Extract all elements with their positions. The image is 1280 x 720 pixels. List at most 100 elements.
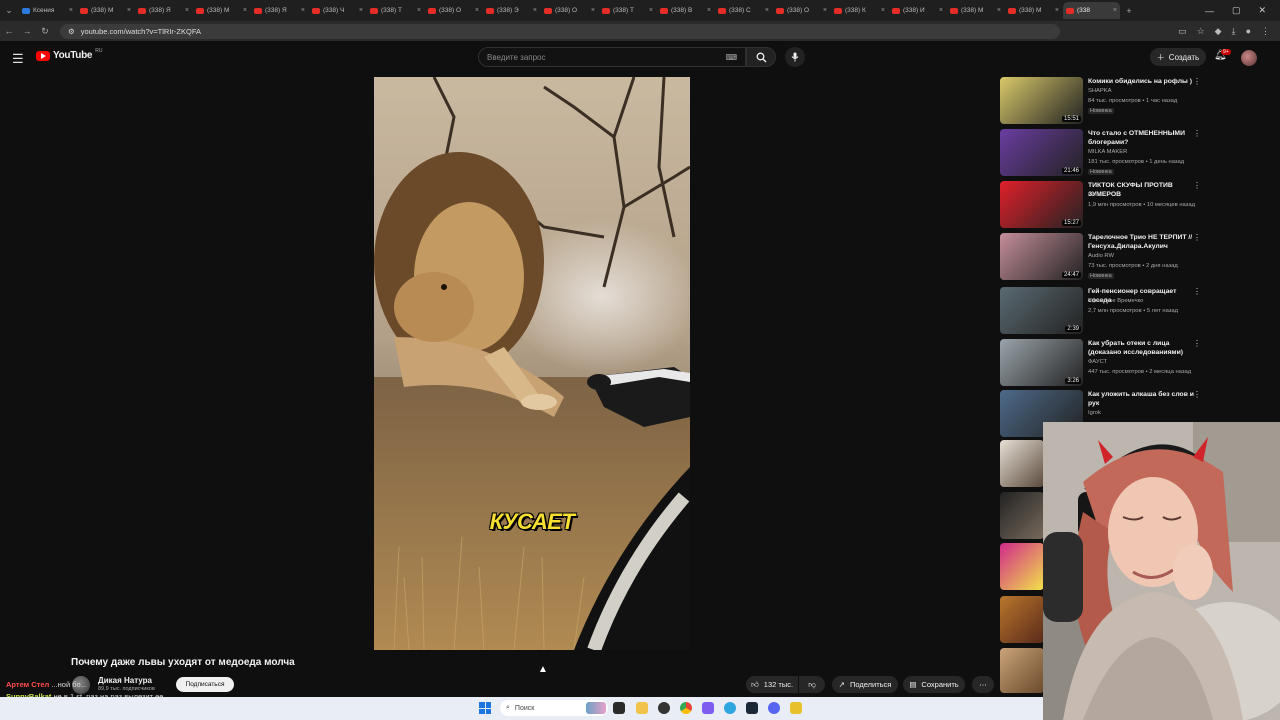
tab-close-icon[interactable]: × bbox=[301, 7, 305, 14]
recommendation-title[interactable]: Тарелочное Трио НЕ ТЕРПИТ // Генсуха.Дил… bbox=[1088, 233, 1196, 251]
browser-tab[interactable]: (338) M × bbox=[77, 2, 134, 19]
tab-close-icon[interactable]: × bbox=[243, 7, 247, 14]
recommendation-thumbnail[interactable] bbox=[1000, 492, 1044, 539]
recommendation-title[interactable]: Как уложить алкаша без слов и рук bbox=[1088, 390, 1196, 408]
forward-icon[interactable]: → bbox=[18, 26, 36, 36]
voice-search-button[interactable] bbox=[785, 47, 805, 67]
tab-close-icon[interactable]: × bbox=[649, 7, 653, 14]
recommendation-item[interactable]: 15:27 ТИКТОК СКУФЫ ПРОТИВ ЗУМЕРОВ Кель 1,9 … bbox=[1000, 181, 1205, 229]
tab-close-icon[interactable]: × bbox=[997, 7, 1001, 14]
save-button[interactable]: ▤ Сохранить bbox=[903, 676, 965, 693]
recommendation-thumbnail[interactable]: 15:27 bbox=[1000, 181, 1083, 228]
extension-icon[interactable]: ◆ bbox=[1215, 26, 1222, 37]
tab-close-icon[interactable]: × bbox=[1055, 7, 1059, 14]
url-field[interactable]: ⚙ youtube.com/watch?v=TlRIr-ZKQFA bbox=[60, 23, 1060, 39]
profile-icon[interactable]: ● bbox=[1246, 26, 1251, 37]
browser-tab[interactable]: (338) M × bbox=[193, 2, 250, 19]
browser-tab[interactable]: (338) С × bbox=[715, 2, 772, 19]
youtube-logo[interactable]: YouTube RU bbox=[36, 48, 102, 61]
recommendation-thumbnail[interactable]: 2:39 bbox=[1000, 287, 1083, 334]
browser-tab[interactable]: Ксения × bbox=[19, 2, 76, 19]
close-icon[interactable]: ✕ bbox=[1258, 5, 1266, 16]
recommendation-channel[interactable]: ФАУСТ bbox=[1088, 359, 1107, 365]
recommendation-thumbnail[interactable]: 15:51 bbox=[1000, 77, 1083, 124]
download-icon[interactable]: ⤓ bbox=[1232, 26, 1236, 37]
keyboard-icon[interactable]: ⌨ bbox=[725, 53, 737, 62]
browser-tab[interactable]: (338 × bbox=[1063, 2, 1120, 19]
messenger-icon[interactable] bbox=[768, 702, 780, 714]
telegram-icon[interactable] bbox=[724, 702, 736, 714]
browser-tab[interactable]: (338) Э × bbox=[483, 2, 540, 19]
tab-close-icon[interactable]: × bbox=[185, 7, 189, 14]
browser-tab[interactable]: (338) М × bbox=[947, 2, 1004, 19]
recommendation-channel[interactable]: SHAPKA bbox=[1088, 88, 1112, 94]
chrome-icon[interactable] bbox=[680, 702, 692, 714]
browser-tab[interactable]: (338) Ч × bbox=[309, 2, 366, 19]
browser-menu-icon[interactable]: ⋮ bbox=[1261, 26, 1270, 37]
recommendation-menu-icon[interactable]: ⋮ bbox=[1193, 181, 1201, 190]
app-icon[interactable] bbox=[790, 702, 802, 714]
recommendation-channel[interactable]: Igrok bbox=[1088, 410, 1101, 416]
create-button[interactable]: ＋ Создать bbox=[1150, 48, 1206, 66]
hamburger-menu-icon[interactable]: ☰ bbox=[12, 51, 24, 67]
site-info-icon[interactable]: ⚙ bbox=[68, 27, 75, 36]
search-button[interactable] bbox=[746, 47, 776, 67]
recommendation-item[interactable]: 21:46 Что стало с ОТМЕНЕННЫМИ блогерами? M… bbox=[1000, 129, 1205, 177]
task-view-icon[interactable] bbox=[613, 702, 625, 714]
browser-tab[interactable]: (338) К × bbox=[831, 2, 888, 19]
recommendation-menu-icon[interactable]: ⋮ bbox=[1193, 77, 1201, 86]
back-icon[interactable]: ← bbox=[0, 26, 18, 36]
recommendation-menu-icon[interactable]: ⋮ bbox=[1193, 390, 1201, 399]
tab-close-icon[interactable]: × bbox=[127, 7, 131, 14]
recommendation-thumbnail[interactable]: 3:26 bbox=[1000, 339, 1083, 386]
tab-close-icon[interactable]: × bbox=[417, 7, 421, 14]
dislike-button[interactable]: 👎︎ bbox=[799, 676, 825, 693]
browser-tab[interactable]: (338) О × bbox=[773, 2, 830, 19]
browser-tab[interactable]: (338) Т × bbox=[599, 2, 656, 19]
recommendation-item[interactable]: 15:51 Комики обиделись на рофлы ) SHAPKA 84… bbox=[1000, 77, 1205, 125]
browser-tab[interactable]: (338) О × bbox=[541, 2, 598, 19]
cast-icon[interactable]: ▭ bbox=[1178, 26, 1187, 37]
tab-close-icon[interactable]: × bbox=[533, 7, 537, 14]
recommendation-item[interactable]: 2:39 Гей-пенсионер совращает соседа Уфимск… bbox=[1000, 287, 1205, 335]
tab-close-icon[interactable]: × bbox=[765, 7, 769, 14]
browser-tab[interactable]: (338) Я × bbox=[251, 2, 308, 19]
recommendation-thumbnail[interactable] bbox=[1000, 648, 1044, 693]
tab-close-icon[interactable]: × bbox=[707, 7, 711, 14]
account-avatar[interactable] bbox=[1241, 50, 1257, 66]
recommendation-title[interactable]: ТИКТОК СКУФЫ ПРОТИВ ЗУМЕРОВ bbox=[1088, 181, 1196, 199]
discord-icon[interactable] bbox=[702, 702, 714, 714]
recommendation-thumbnail[interactable] bbox=[1000, 543, 1044, 590]
file-explorer-icon[interactable] bbox=[636, 702, 648, 714]
new-tab-icon[interactable]: + bbox=[1120, 6, 1138, 16]
browser-tab[interactable]: (338) О × bbox=[425, 2, 482, 19]
recommendation-thumbnail[interactable] bbox=[1000, 440, 1044, 487]
subscribe-button[interactable]: Подписаться bbox=[176, 677, 234, 692]
recommendation-title[interactable]: Как убрать отеки с лица (доказано исслед… bbox=[1088, 339, 1196, 357]
obs-icon[interactable] bbox=[658, 702, 670, 714]
search-input[interactable]: Введите запрос ⌨ bbox=[478, 47, 746, 67]
recommendation-channel[interactable]: MILKA MAKER bbox=[1088, 149, 1127, 155]
share-button[interactable]: ↗ Поделиться bbox=[832, 676, 898, 693]
tab-close-icon[interactable]: × bbox=[1113, 7, 1117, 14]
recommendation-menu-icon[interactable]: ⋮ bbox=[1193, 287, 1201, 296]
recommendation-item[interactable]: 3:26 Как убрать отеки с лица (доказано ис… bbox=[1000, 339, 1205, 387]
tab-close-icon[interactable]: × bbox=[823, 7, 827, 14]
tab-close-icon[interactable]: × bbox=[881, 7, 885, 14]
browser-tab[interactable]: (338) Я × bbox=[135, 2, 192, 19]
recommendation-title[interactable]: Комики обиделись на рофлы ) bbox=[1088, 77, 1196, 86]
browser-tab[interactable]: (338) И × bbox=[889, 2, 946, 19]
tab-search-icon[interactable]: ⌄ bbox=[0, 5, 18, 16]
recommendation-channel[interactable]: Кель bbox=[1088, 192, 1101, 198]
bookmark-star-icon[interactable]: ☆ bbox=[1197, 26, 1205, 37]
reload-icon[interactable]: ↻ bbox=[36, 26, 54, 37]
video-player[interactable]: КУСАЕТ bbox=[374, 77, 690, 650]
recommendation-thumbnail[interactable]: 21:46 bbox=[1000, 129, 1083, 176]
recommendation-menu-icon[interactable]: ⋮ bbox=[1193, 129, 1201, 138]
tab-close-icon[interactable]: × bbox=[475, 7, 479, 14]
recommendation-thumbnail[interactable]: 24:47 bbox=[1000, 233, 1083, 280]
like-button[interactable]: 👍︎ 132 тыс. bbox=[746, 676, 798, 693]
taskbar-widget-icon[interactable] bbox=[586, 702, 606, 714]
recommendation-channel[interactable]: Audio RW bbox=[1088, 253, 1114, 259]
recommendation-menu-icon[interactable]: ⋮ bbox=[1193, 339, 1201, 348]
